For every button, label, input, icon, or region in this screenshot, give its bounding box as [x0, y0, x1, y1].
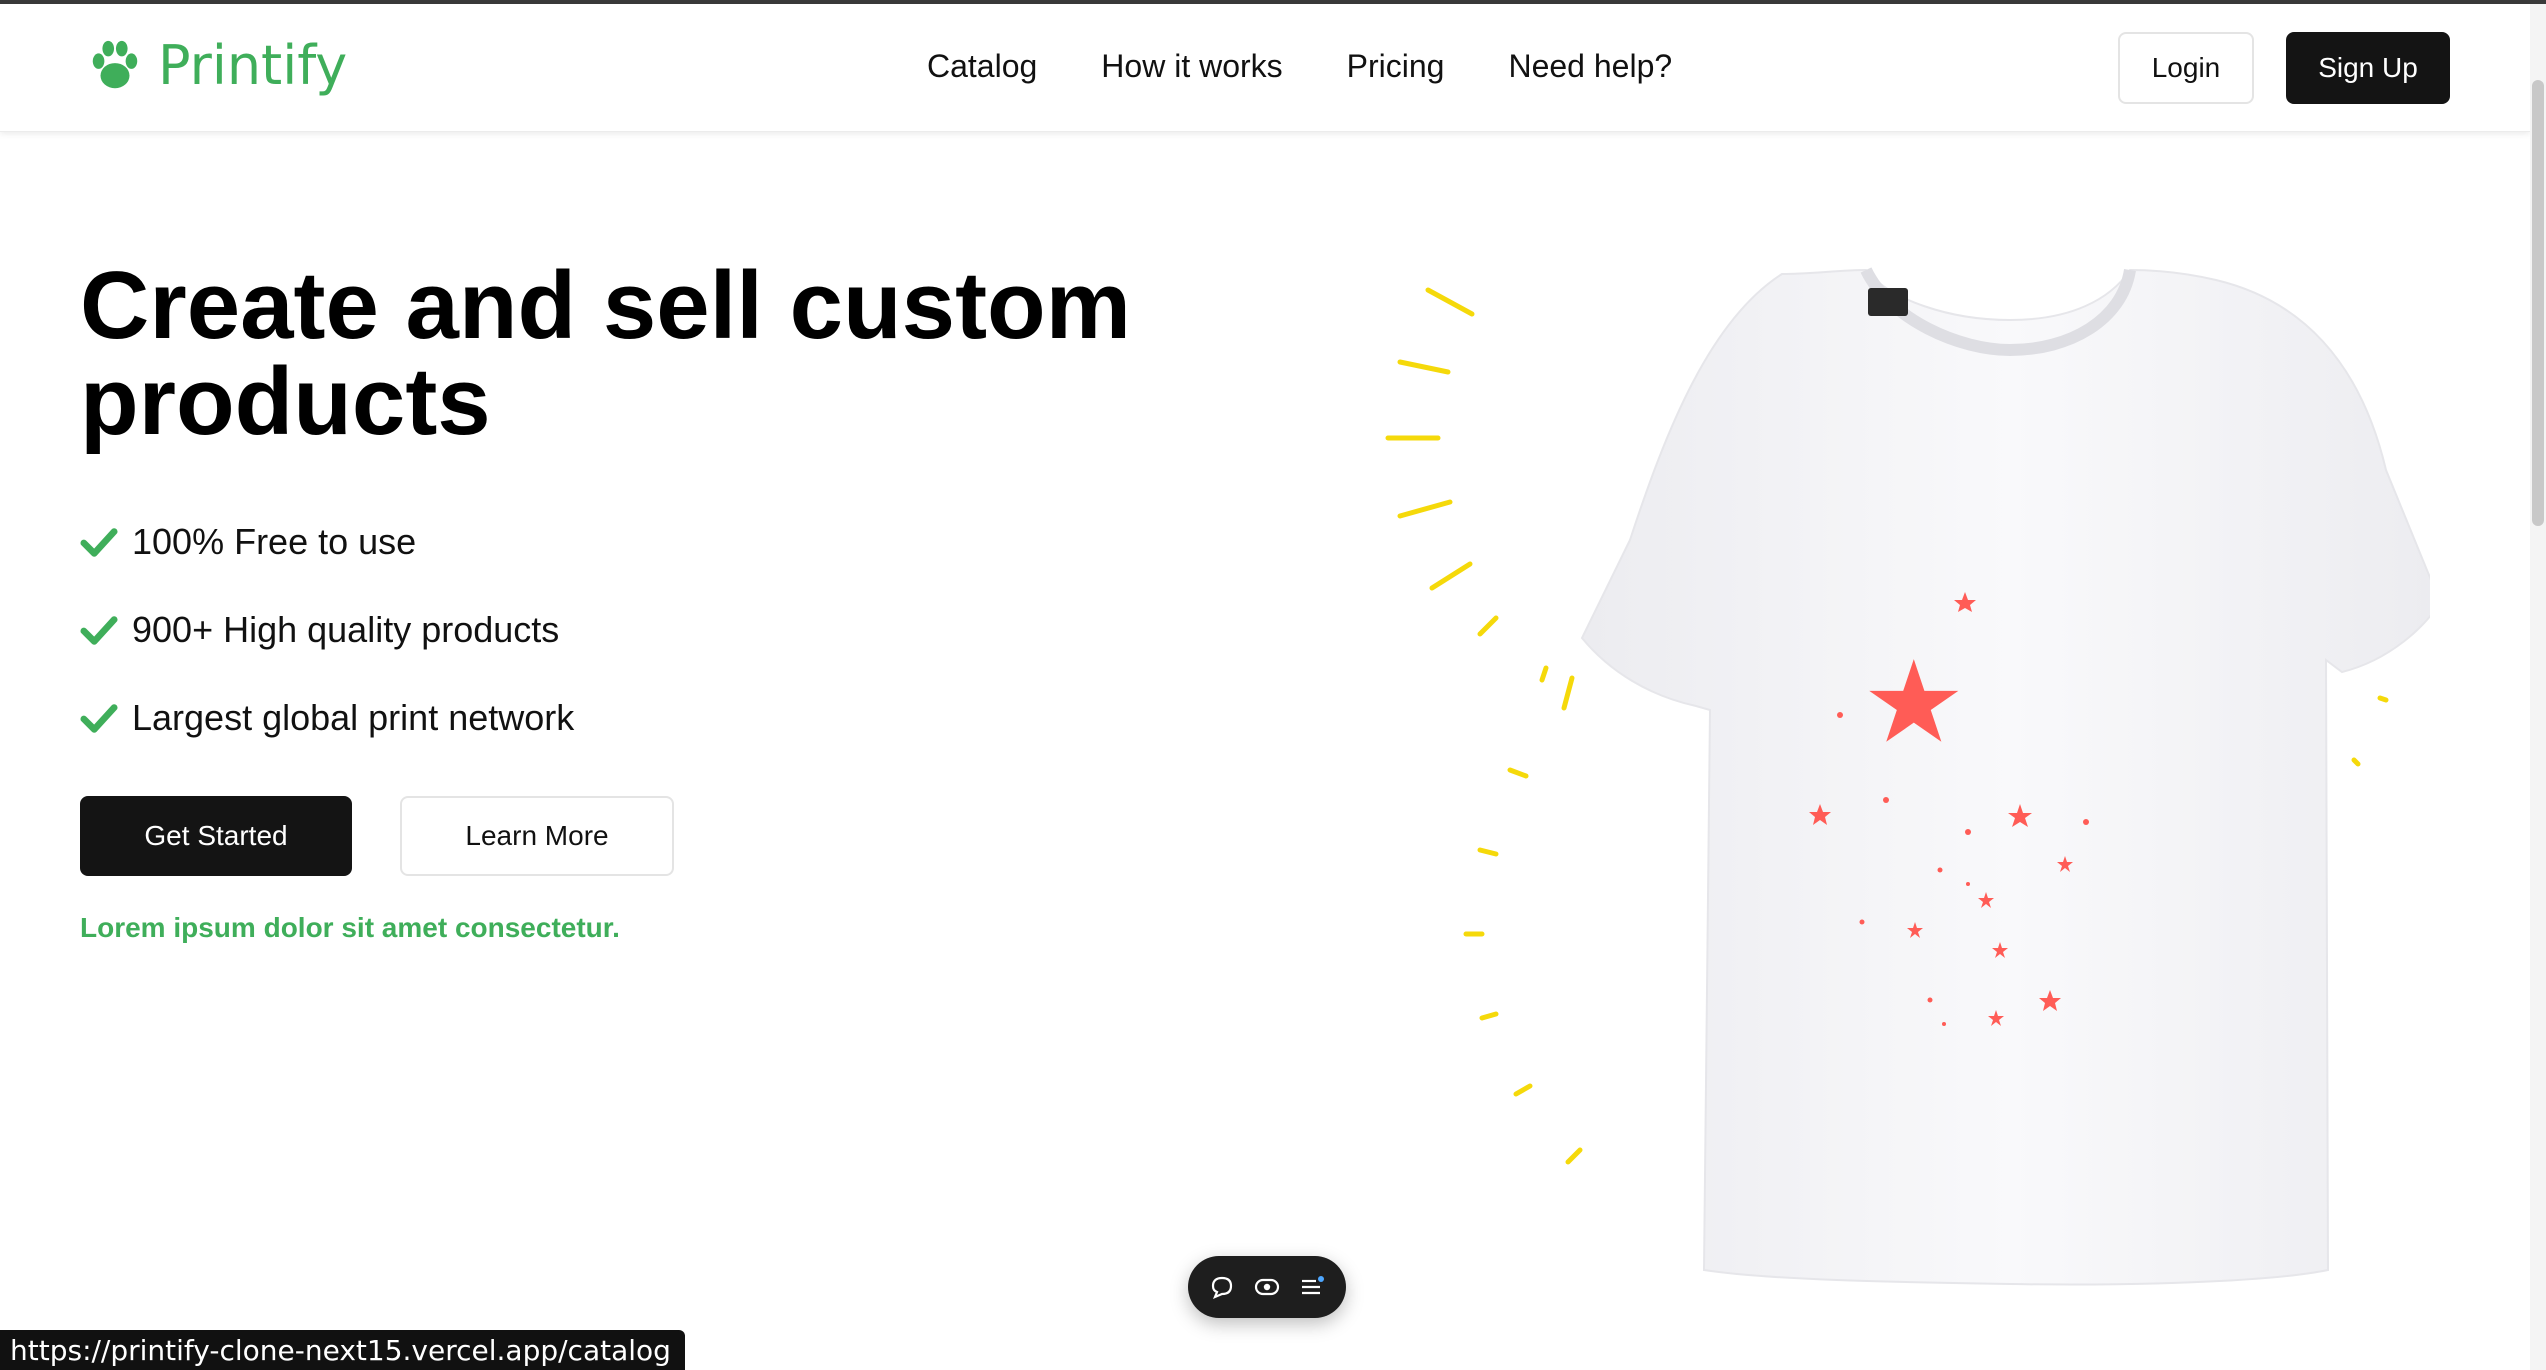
nav-item-need-help[interactable]: Need help?: [1508, 48, 1672, 85]
preview-button[interactable]: [1249, 1269, 1285, 1305]
feature-text: 900+ High quality products: [132, 609, 560, 650]
floating-toolbar: [1188, 1256, 1346, 1318]
comment-button[interactable]: [1204, 1269, 1240, 1305]
signup-button[interactable]: Sign Up: [2286, 32, 2450, 104]
comment-icon: [1212, 1276, 1233, 1300]
site-header: Printify Catalog How it works Pricing Ne…: [0, 4, 2530, 132]
tshirt-shape: [1580, 268, 2430, 1286]
eye-icon: [1254, 1278, 1280, 1296]
menu-button[interactable]: [1294, 1269, 1330, 1305]
scrollbar-thumb[interactable]: [2532, 80, 2544, 526]
feature-list: 100% Free to use 900+ High quality produ…: [80, 498, 574, 762]
neck-label: [1868, 288, 1908, 316]
check-icon: [80, 616, 118, 645]
feature-item: Largest global print network: [80, 674, 574, 762]
learn-more-button[interactable]: Learn More: [400, 796, 674, 876]
brand-name: Printify: [158, 34, 348, 97]
paw-icon: [92, 40, 138, 88]
status-bar-url: https://printify-clone-next15.vercel.app…: [0, 1330, 685, 1370]
tshirt-illustration: [1385, 267, 2430, 1286]
feature-item: 100% Free to use: [80, 498, 574, 586]
login-button[interactable]: Login: [2118, 32, 2254, 104]
feature-text: 100% Free to use: [132, 521, 417, 562]
feature-item: 900+ High quality products: [80, 586, 574, 674]
main-nav: Catalog How it works Pricing Need help?: [927, 48, 1736, 85]
check-icon: [80, 704, 118, 733]
nav-item-how-it-works[interactable]: How it works: [1101, 48, 1282, 85]
brand-logo[interactable]: Printify: [86, 34, 347, 97]
get-started-button[interactable]: Get Started: [80, 796, 352, 876]
menu-icon: [1301, 1276, 1324, 1295]
nav-item-pricing[interactable]: Pricing: [1347, 48, 1445, 85]
hero-tagline: Lorem ipsum dolor sit amet consectetur.: [80, 912, 620, 943]
hero-title: Create and sell custom products: [80, 252, 1132, 455]
feature-text: Largest global print network: [132, 697, 575, 738]
check-icon: [80, 528, 118, 557]
nav-item-catalog[interactable]: Catalog: [927, 48, 1037, 85]
